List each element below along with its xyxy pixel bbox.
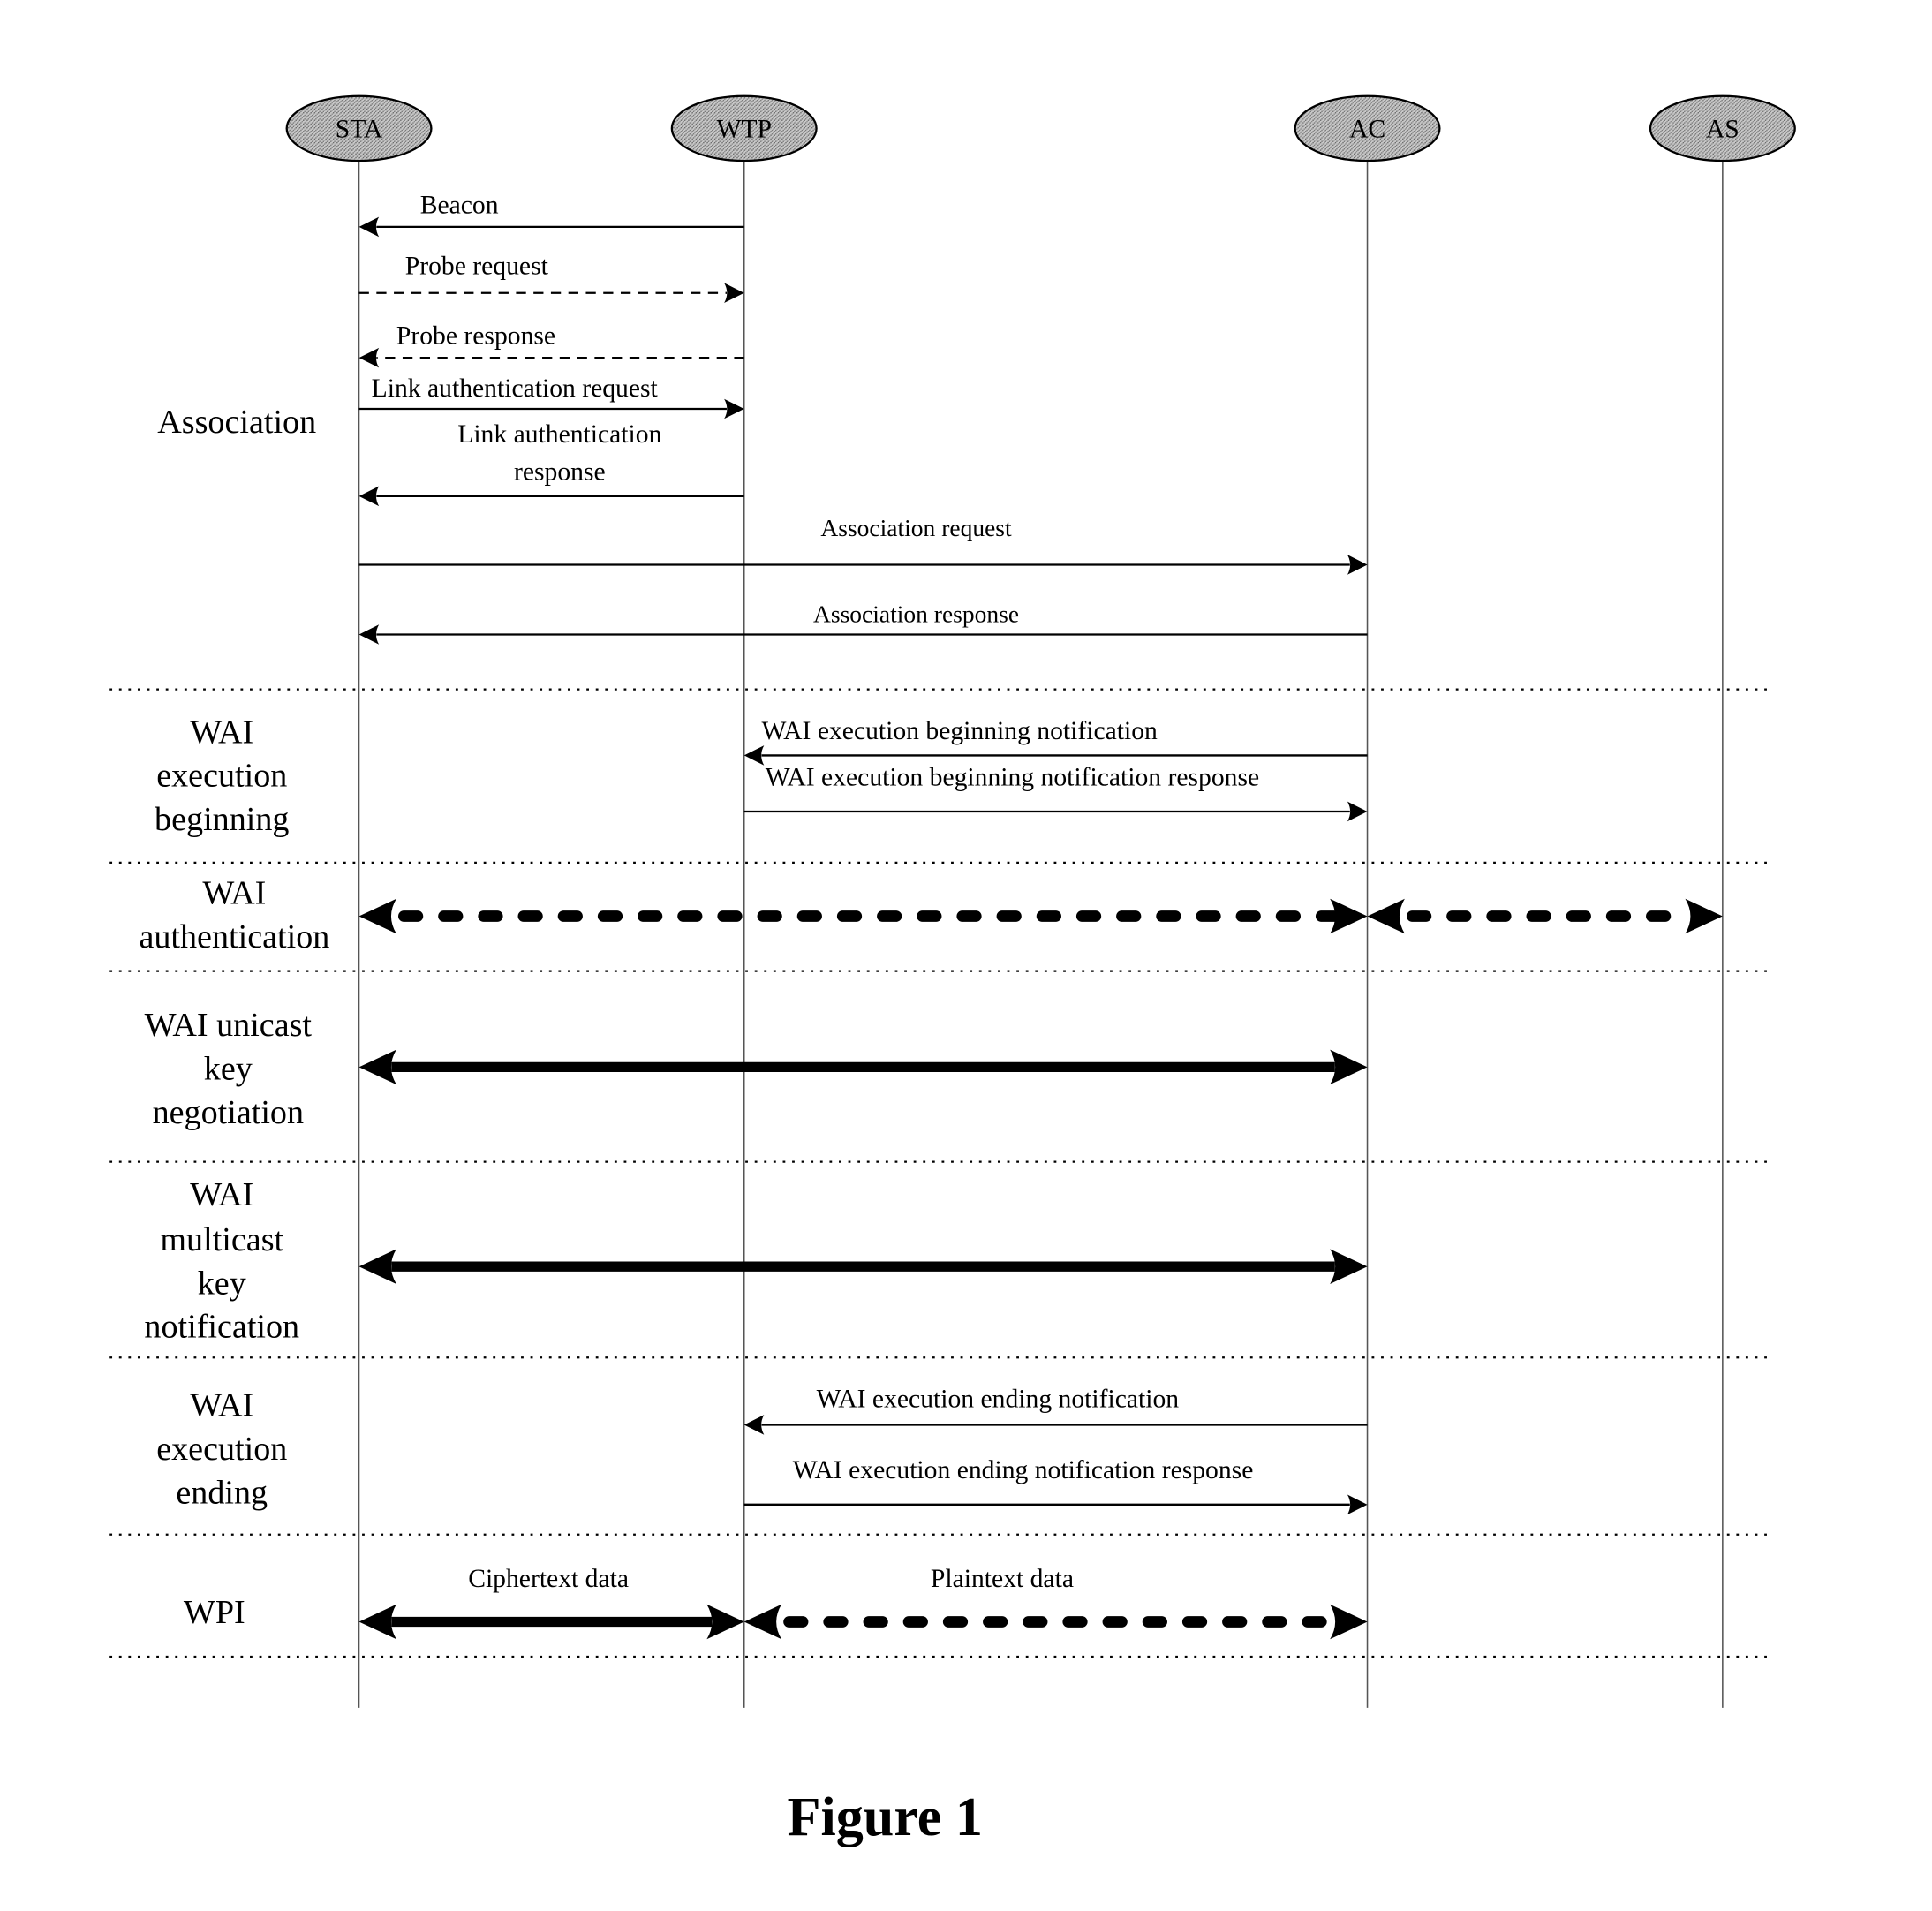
message-label: WAI execution ending notification respon… (793, 1456, 1254, 1484)
participant-label: AS (1706, 115, 1740, 143)
phase-label-line: Association (157, 404, 316, 441)
participant-label: AC (1349, 115, 1385, 143)
phase-label-line: WAI (190, 714, 253, 751)
participant-as: AS (1649, 94, 1796, 162)
message-label: WAI execution beginning notification res… (766, 763, 1259, 791)
phase-label-association: Association (157, 404, 316, 441)
phase-label-line: execution (156, 1431, 287, 1468)
sequence-diagram: STA WTP AC AS Association WAI execution beginn… (0, 0, 1932, 1911)
message-label: Association request (820, 514, 1012, 541)
phase-label-line: ending (176, 1474, 268, 1511)
message-label: WAI execution ending notification (817, 1386, 1180, 1414)
message-label: Probe response (396, 322, 555, 351)
message-label: Beacon (420, 191, 499, 219)
phase-label-line: multicast (160, 1221, 283, 1258)
participant-wtp: WTP (670, 94, 818, 162)
participant-ac: AC (1294, 94, 1441, 162)
message-label: WAI execution beginning notification (761, 717, 1158, 745)
phase-label-line: key (198, 1265, 246, 1302)
participant-sta: STA (285, 94, 433, 162)
phase-label-line: WAI (190, 1387, 253, 1424)
message-label: response (514, 457, 606, 486)
message-label: Probe request (405, 253, 549, 281)
phase-label-line: key (204, 1050, 253, 1087)
phase-label-wpi: WPI (184, 1594, 245, 1631)
phase-label-line: execution (156, 758, 287, 795)
figure-caption: Figure 1 (788, 1787, 983, 1847)
phase-label-line: authentication (139, 918, 329, 956)
message-label: Ciphertext data (468, 1565, 629, 1593)
phase-label-line: beginning (155, 801, 289, 838)
message-label: Plaintext data (931, 1565, 1074, 1593)
phase-label-line: WAI unicast (145, 1007, 313, 1044)
message-label: Link authentication request (372, 374, 659, 403)
phase-label-line: WAI (190, 1176, 253, 1213)
phase-label-line: negotiation (153, 1094, 304, 1131)
phase-label-line: WAI (202, 874, 266, 911)
participant-label: STA (336, 115, 383, 143)
participant-label: WTP (716, 115, 772, 143)
phase-label-line: notification (144, 1309, 299, 1346)
message-label: Association response (813, 600, 1019, 627)
phase-label-line: WPI (184, 1594, 245, 1631)
message-label: Link authentication (457, 420, 661, 449)
